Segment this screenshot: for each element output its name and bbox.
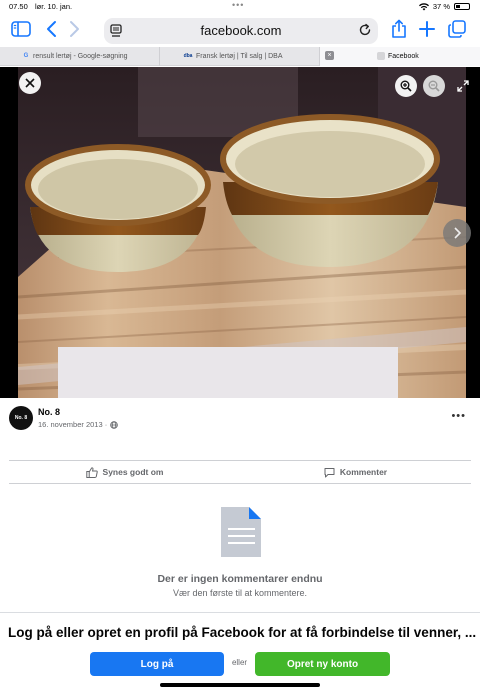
fullscreen-button[interactable] [452, 75, 474, 97]
create-account-button[interactable]: Opret ny konto [255, 652, 390, 676]
login-button[interactable]: Log på [90, 652, 224, 676]
tab-overview-icon[interactable] [446, 18, 468, 40]
zoom-out-button[interactable] [423, 75, 445, 97]
photo-viewer [0, 67, 480, 398]
battery-percent: 37 % [432, 2, 450, 11]
back-icon[interactable] [40, 18, 62, 40]
comment-icon [324, 467, 335, 477]
tab-label: rensult lertøj - Google-søgning [33, 53, 128, 60]
zoom-in-button[interactable] [395, 75, 417, 97]
multitask-dots-icon[interactable]: ••• [232, 0, 244, 10]
dba-icon: dba [183, 53, 193, 59]
facebook-tab-icon [377, 52, 385, 60]
comment-button[interactable]: Kommenter [240, 461, 471, 483]
share-icon[interactable] [388, 18, 410, 40]
status-bar: 07.50 lør. 10. jan. ••• 37 % [0, 0, 480, 12]
chevron-right-icon [454, 227, 462, 239]
empty-comments-subtitle: Vær den første til at kommentere. [172, 588, 308, 598]
document-icon [221, 507, 261, 557]
sidebar-toggle-icon[interactable] [10, 18, 32, 40]
url-text: facebook.com [200, 23, 282, 38]
tab-google-search[interactable]: G rensult lertøj - Google-søgning [0, 47, 160, 66]
expand-icon [457, 80, 469, 92]
new-tab-icon[interactable] [416, 18, 438, 40]
like-label: Synes godt om [102, 467, 164, 477]
close-icon [25, 78, 35, 88]
wifi-icon [418, 2, 429, 10]
tab-facebook[interactable]: × Facebook [320, 47, 480, 66]
tab-label: Fransk lertøj | Til salg | DBA [196, 53, 283, 60]
google-icon: G [23, 53, 29, 59]
author-name[interactable]: No. 8 [38, 407, 60, 417]
battery-icon [454, 3, 470, 10]
zoom-in-icon [400, 80, 412, 92]
status-date: lør. 10. jan. [35, 2, 73, 11]
or-label: eller [231, 658, 248, 667]
divider [0, 612, 480, 613]
comment-label: Kommenter [339, 467, 388, 477]
globe-icon [110, 420, 119, 429]
like-button[interactable]: Synes godt om [9, 461, 240, 483]
tab-close-icon[interactable]: × [325, 51, 334, 60]
forward-icon[interactable] [64, 18, 86, 40]
post-actions: Synes godt om Kommenter [9, 460, 471, 484]
more-options-icon[interactable]: ••• [451, 410, 466, 422]
status-right: 37 % [418, 2, 470, 11]
empty-comments-title: Der er ingen kommentarer endnu [157, 573, 323, 585]
bowls-photo [18, 67, 466, 398]
avatar[interactable]: No. 8 [9, 406, 33, 430]
browser-toolbar: facebook.com [0, 12, 480, 46]
reload-icon[interactable] [358, 23, 372, 37]
tab-bar: G rensult lertøj - Google-søgning dba Fr… [0, 47, 480, 66]
zoom-out-icon [428, 80, 440, 92]
close-viewer-button[interactable] [19, 72, 41, 94]
status-time: 07.50 [9, 2, 28, 11]
address-bar[interactable]: facebook.com [104, 18, 378, 44]
login-prompt: Log på eller opret en profil på Facebook… [8, 625, 477, 640]
post-date-text: 16. november 2013 · [38, 420, 108, 429]
tab-label: Facebook [388, 53, 419, 60]
post-photo [18, 67, 466, 398]
post-date[interactable]: 16. november 2013 · [38, 420, 119, 429]
thumbs-up-icon [85, 466, 98, 478]
next-photo-button[interactable] [443, 219, 471, 247]
home-indicator[interactable] [160, 683, 320, 687]
tab-dba[interactable]: dba Fransk lertøj | Til salg | DBA [160, 47, 320, 66]
